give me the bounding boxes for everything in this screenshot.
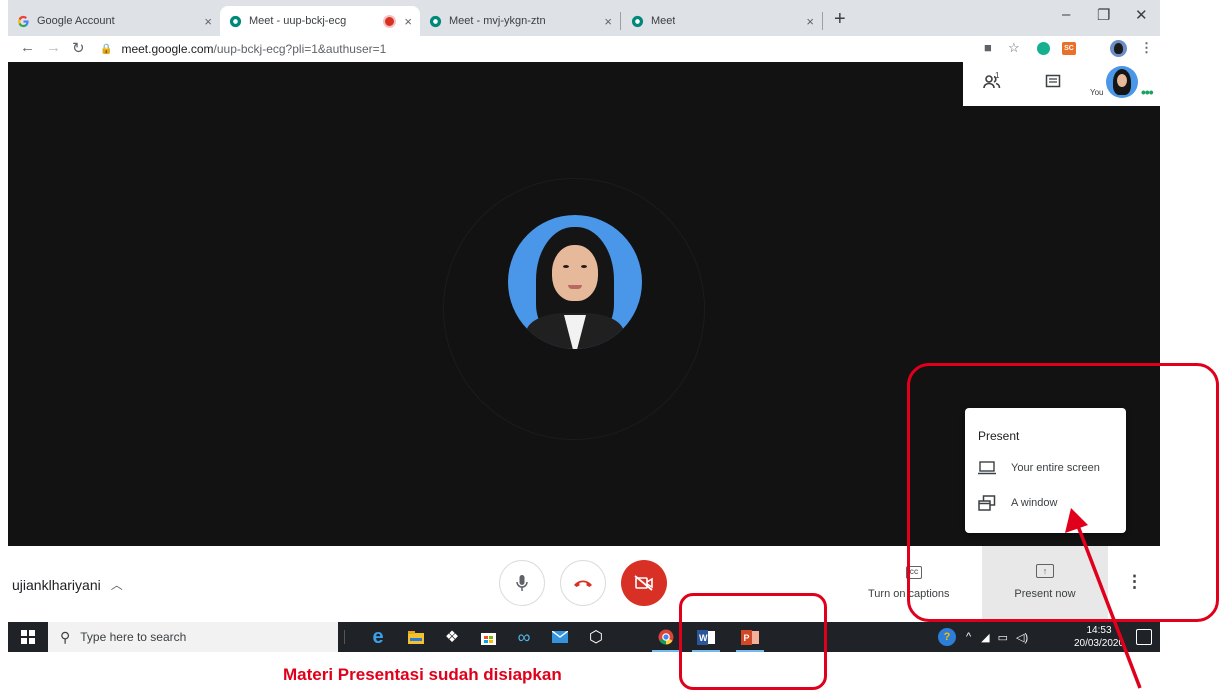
annotation-arrow-icon [1065, 508, 1142, 689]
annotation-caption: Materi Presentasi sudah disiapkan [283, 665, 562, 684]
